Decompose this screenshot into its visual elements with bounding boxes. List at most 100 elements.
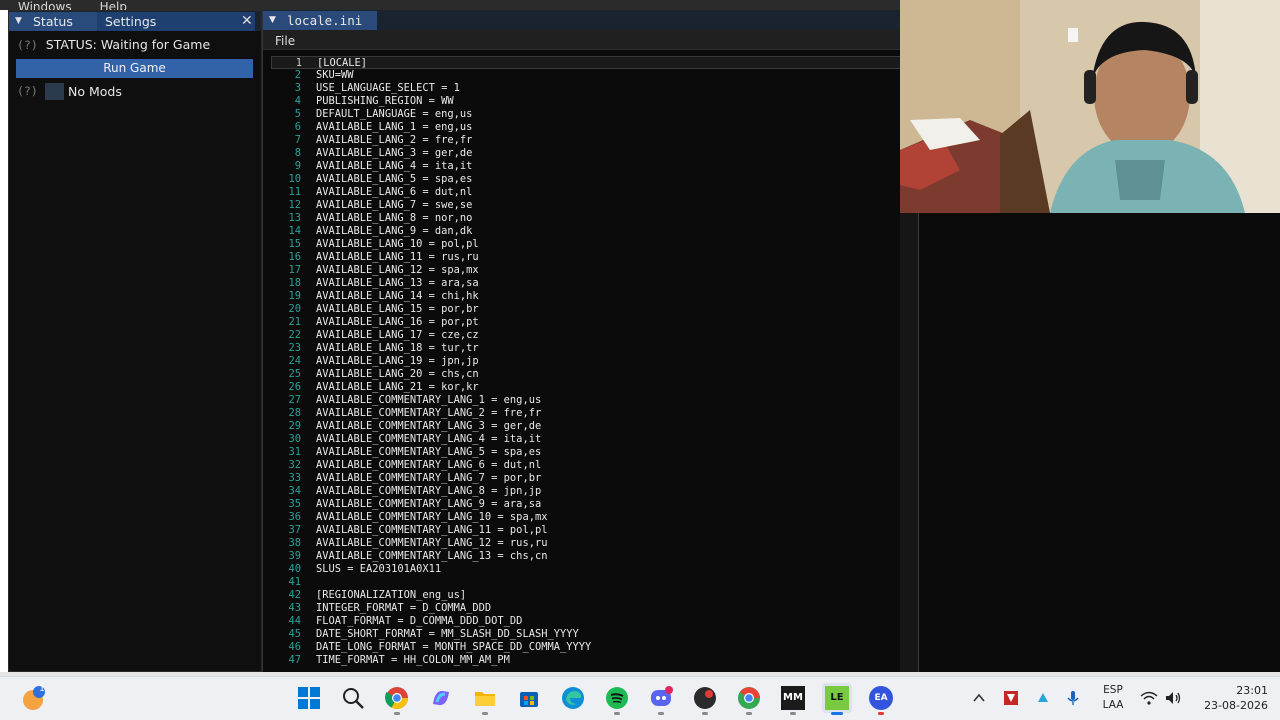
microphone-icon[interactable] [1058, 683, 1088, 713]
code-line[interactable]: 3 USE_LANGUAGE_SELECT = 1 [271, 82, 901, 95]
code-line[interactable]: 22 AVAILABLE_LANG_17 = cze,cz [271, 329, 901, 342]
line-number: 19 [288, 290, 301, 302]
tab-locale-ini[interactable]: ▼ locale.ini [263, 11, 377, 30]
code-line[interactable]: 20 AVAILABLE_LANG_15 = por,br [271, 303, 901, 316]
game-launcher-icon[interactable] [690, 683, 720, 715]
code-line[interactable]: 9 AVAILABLE_LANG_4 = ita,it [271, 160, 901, 173]
collapse-triangle-icon[interactable]: ▼ [269, 11, 276, 30]
line-number: 24 [288, 355, 301, 367]
menu-windows[interactable]: Windows [18, 0, 72, 10]
code-line[interactable]: 12 AVAILABLE_LANG_7 = swe,se [271, 199, 901, 212]
code-line[interactable]: 37 AVAILABLE_COMMENTARY_LANG_11 = pol,pl [271, 524, 901, 537]
code-line[interactable]: 5 DEFAULT_LANGUAGE = eng,us [271, 108, 901, 121]
code-line-text: AVAILABLE_COMMENTARY_LANG_7 = por,br [316, 472, 542, 484]
close-icon[interactable]: ✕ [241, 12, 253, 31]
tray-overflow-icon[interactable] [964, 683, 994, 713]
mm-app-icon[interactable]: MM [778, 683, 808, 715]
code-line[interactable]: 13 AVAILABLE_LANG_8 = nor,no [271, 212, 901, 225]
code-line[interactable]: 41 [271, 576, 901, 589]
code-line[interactable]: 18 AVAILABLE_LANG_13 = ara,sa [271, 277, 901, 290]
code-line[interactable]: 10 AVAILABLE_LANG_5 = spa,es [271, 173, 901, 186]
code-line[interactable]: 8 AVAILABLE_LANG_3 = ger,de [271, 147, 901, 160]
code-line[interactable]: 34 AVAILABLE_COMMENTARY_LANG_8 = jpn,jp [271, 485, 901, 498]
code-line[interactable]: 11 AVAILABLE_LANG_6 = dut,nl [271, 186, 901, 199]
system-clock[interactable]: 23:01 23-08-2026 [1198, 683, 1268, 713]
copilot-icon[interactable] [426, 683, 456, 713]
ea-app-icon[interactable]: EA [866, 683, 896, 715]
code-line[interactable]: 24 AVAILABLE_LANG_19 = jpn,jp [271, 355, 901, 368]
chrome-alt-icon[interactable] [734, 683, 764, 715]
code-line[interactable]: 30 AVAILABLE_COMMENTARY_LANG_4 = ita,it [271, 433, 901, 446]
tab-settings[interactable]: Settings [97, 12, 255, 31]
app-menubar: Windows Help [0, 0, 900, 10]
tray-app-icon[interactable] [996, 683, 1026, 713]
code-line[interactable]: 31 AVAILABLE_COMMENTARY_LANG_5 = spa,es [271, 446, 901, 459]
code-line[interactable]: 19 AVAILABLE_LANG_14 = chi,hk [271, 290, 901, 303]
code-line[interactable]: 33 AVAILABLE_COMMENTARY_LANG_7 = por,br [271, 472, 901, 485]
panel-divider[interactable] [918, 213, 919, 672]
code-line-text: AVAILABLE_LANG_7 = swe,se [316, 199, 473, 211]
code-line[interactable]: 46 DATE_LONG_FORMAT = MONTH_SPACE_DD_COMM… [271, 641, 901, 654]
tray-bluetooth-icon[interactable] [1028, 683, 1058, 713]
collapse-triangle-icon[interactable]: ▼ [15, 12, 22, 31]
code-line[interactable]: 21 AVAILABLE_LANG_16 = por,pt [271, 316, 901, 329]
code-line[interactable]: 38 AVAILABLE_COMMENTARY_LANG_12 = rus,ru [271, 537, 901, 550]
line-number: 26 [288, 381, 301, 393]
code-line[interactable]: 23 AVAILABLE_LANG_18 = tur,tr [271, 342, 901, 355]
run-game-button[interactable]: Run Game [16, 59, 253, 78]
webcam-overlay [900, 0, 1280, 213]
windows-start-icon[interactable] [294, 683, 324, 713]
code-line[interactable]: 26 AVAILABLE_LANG_21 = kor,kr [271, 381, 901, 394]
mods-checkbox[interactable] [45, 83, 64, 100]
menu-file[interactable]: File [275, 31, 295, 51]
code-line[interactable]: 28 AVAILABLE_COMMENTARY_LANG_2 = fre,fr [271, 407, 901, 420]
code-line[interactable]: 2 SKU=WW [271, 69, 901, 82]
code-line[interactable]: 44 FLOAT_FORMAT = D_COMMA_DDD_DOT_DD [271, 615, 901, 628]
code-line[interactable]: 7 AVAILABLE_LANG_2 = fre,fr [271, 134, 901, 147]
line-number: 11 [288, 186, 301, 198]
spotify-icon[interactable] [602, 683, 632, 715]
line-number: 34 [288, 485, 301, 497]
menu-help[interactable]: Help [100, 0, 127, 10]
code-line[interactable]: 15 AVAILABLE_LANG_10 = pol,pl [271, 238, 901, 251]
code-line[interactable]: 47 TIME_FORMAT = HH_COLON_MM_AM_PM [271, 654, 901, 667]
code-line[interactable]: 27 AVAILABLE_COMMENTARY_LANG_1 = eng,us [271, 394, 901, 407]
code-line[interactable]: 14 AVAILABLE_LANG_9 = dan,dk [271, 225, 901, 238]
editor-tab-label: locale.ini [287, 13, 363, 28]
code-line[interactable]: 39 AVAILABLE_COMMENTARY_LANG_13 = chs,cn [271, 550, 901, 563]
line-number: 18 [288, 277, 301, 289]
help-marker[interactable]: (?) [17, 84, 38, 98]
code-line[interactable]: 17 AVAILABLE_LANG_12 = spa,mx [271, 264, 901, 277]
running-indicator [482, 712, 488, 715]
volume-icon[interactable] [1158, 683, 1188, 713]
le-app-icon[interactable]: LE [822, 683, 852, 715]
tab-status[interactable]: ▼ Status [9, 12, 97, 31]
code-line[interactable]: 40 SLUS = EA203101A0X11 [271, 563, 901, 576]
running-indicator [394, 712, 400, 715]
code-line[interactable]: 1 [LOCALE] [271, 56, 901, 69]
search-icon[interactable] [338, 683, 368, 713]
edge-icon[interactable] [558, 683, 588, 713]
code-line[interactable]: 29 AVAILABLE_COMMENTARY_LANG_3 = ger,de [271, 420, 901, 433]
file-explorer-icon[interactable] [470, 683, 500, 715]
code-line[interactable]: 35 AVAILABLE_COMMENTARY_LANG_9 = ara,sa [271, 498, 901, 511]
code-line[interactable]: 25 AVAILABLE_LANG_20 = chs,cn [271, 368, 901, 381]
line-number: 28 [288, 407, 301, 419]
running-indicator [702, 712, 708, 715]
code-line[interactable]: 4 PUBLISHING_REGION = WW [271, 95, 901, 108]
chrome-icon[interactable] [382, 683, 412, 715]
code-line[interactable]: 43 INTEGER_FORMAT = D_COMMA_DDD [271, 602, 901, 615]
code-line[interactable]: 45 DATE_SHORT_FORMAT = MM_SLASH_DD_SLASH_… [271, 628, 901, 641]
code-line[interactable]: 42 [REGIONALIZATION_eng_us] [271, 589, 901, 602]
line-number: 20 [288, 303, 301, 315]
microsoft-store-icon[interactable] [514, 683, 544, 713]
code-line[interactable]: 6 AVAILABLE_LANG_1 = eng,us [271, 121, 901, 134]
code-line[interactable]: 32 AVAILABLE_COMMENTARY_LANG_6 = dut,nl [271, 459, 901, 472]
code-line[interactable]: 16 AVAILABLE_LANG_11 = rus,ru [271, 251, 901, 264]
widgets-icon[interactable]: 1 [18, 683, 48, 713]
code-line[interactable]: 36 AVAILABLE_COMMENTARY_LANG_10 = spa,mx [271, 511, 901, 524]
help-marker[interactable]: (?) [17, 38, 38, 52]
code-area[interactable]: 1 [LOCALE] 2 SKU=WW 3 USE_LANGUAGE_SELECT = 1… [271, 56, 901, 672]
discord-icon[interactable] [646, 683, 676, 715]
input-language-indicator[interactable]: ESP LAA [1098, 683, 1128, 713]
